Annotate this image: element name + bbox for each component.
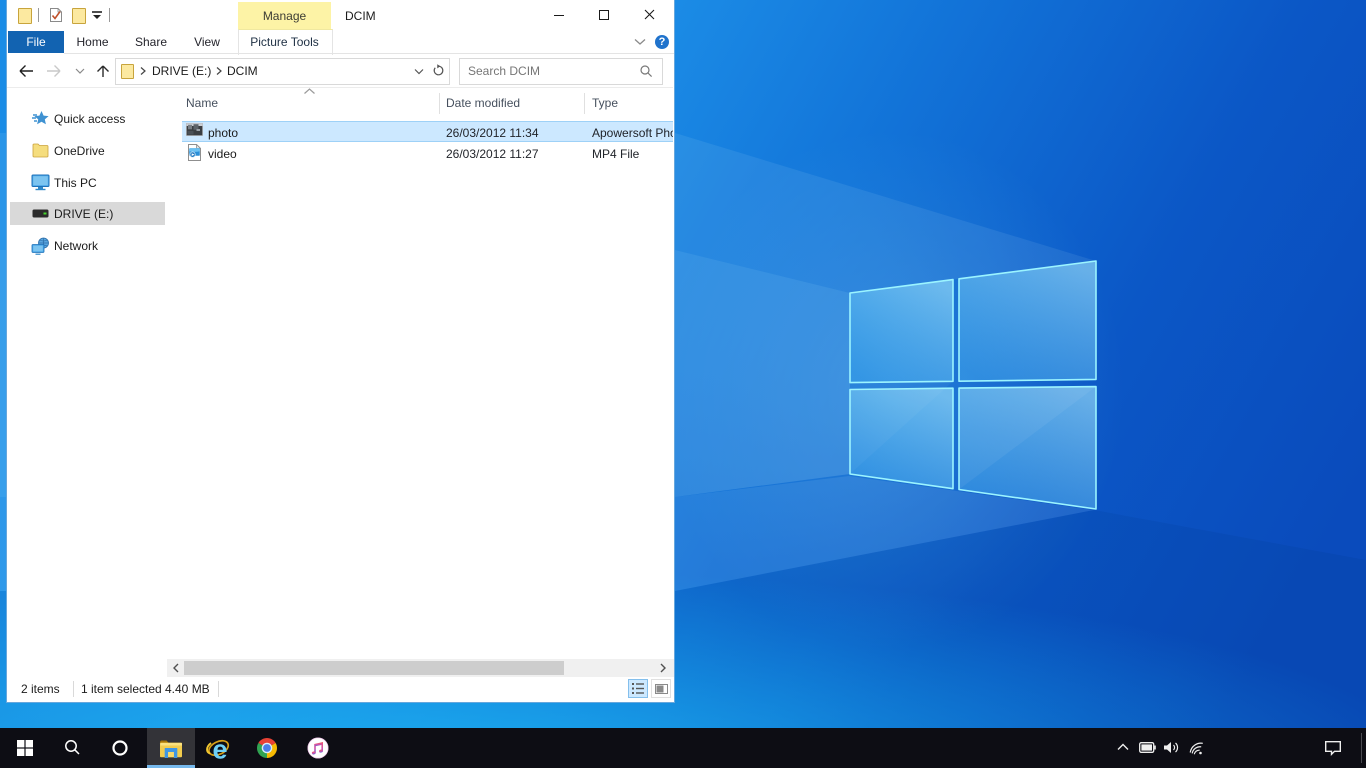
svg-text:e: e xyxy=(212,735,227,763)
